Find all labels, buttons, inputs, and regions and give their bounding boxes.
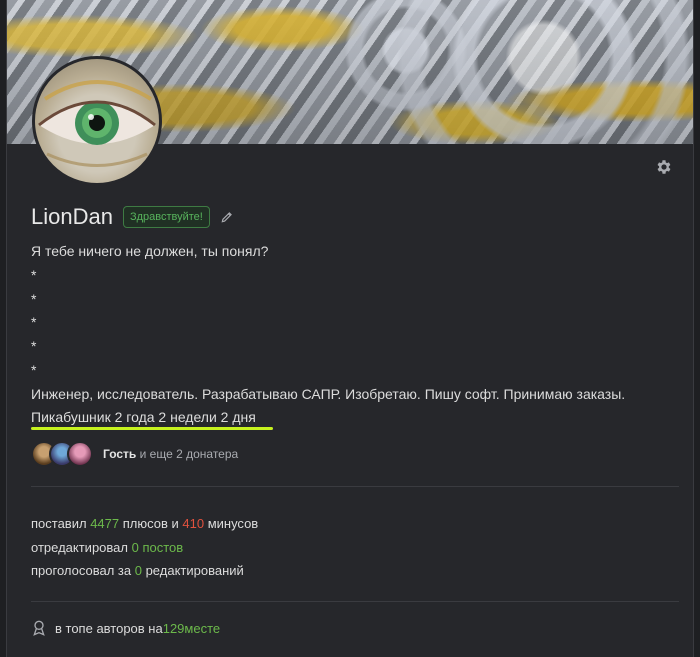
bio-line: * — [31, 361, 37, 378]
donors-row[interactable]: Гость и еще 2 донатера — [31, 440, 238, 468]
donors-text: Гость и еще 2 донатера — [103, 447, 238, 461]
bio-line: * — [31, 314, 37, 331]
greeting-badge: Здравствуйте! — [122, 206, 210, 228]
tenure-text: Пикабушник 2 года 2 недели 2 дня — [31, 409, 256, 425]
bio-line: Я тебе ничего не должен, ты понял? — [31, 243, 269, 259]
voted-edits-count: 0 — [134, 563, 142, 578]
gear-icon[interactable] — [655, 158, 673, 176]
stat-edited: отредактировал 0 постов — [31, 536, 258, 560]
donors-rest: и еще 2 донатера — [136, 447, 239, 461]
edited-count: 0 — [131, 539, 139, 555]
stat-label: поставил — [31, 516, 91, 531]
pluses-count: 4477 — [90, 516, 120, 531]
divider — [31, 486, 679, 487]
stat-label: отредактировал — [31, 539, 132, 555]
rating-label: в топе авторов на — [55, 620, 163, 636]
minuses-count: 410 — [182, 516, 205, 531]
username-row: LionDan Здравствуйте! — [31, 203, 234, 231]
profile-bio: Я тебе ничего не должен, ты понял? * * *… — [31, 240, 625, 407]
highlight-underline — [31, 427, 273, 430]
stat-label: редактирований — [141, 563, 244, 578]
award-icon — [31, 619, 47, 637]
stat-votes: поставил 4477 плюсов и 410 минусов — [31, 512, 258, 536]
profile-stats: поставил 4477 плюсов и 410 минусов отред… — [31, 512, 258, 583]
stat-label: постов — [138, 539, 184, 555]
avatar-eye-image — [38, 80, 156, 167]
donor-name[interactable]: Гость — [103, 447, 136, 461]
bio-line: * — [31, 266, 37, 283]
bio-line: Инженер, исследователь. Разрабатываю САП… — [31, 385, 626, 402]
stat-voted-edits: проголосовал за 0 редактирований — [31, 559, 258, 583]
divider — [31, 601, 679, 602]
pencil-icon[interactable] — [220, 210, 234, 224]
username[interactable]: LionDan — [31, 204, 113, 230]
stat-label: проголосовал за — [31, 563, 135, 578]
stat-label: минусов — [204, 516, 259, 531]
author-rating-row: в топе авторов на 129 месте — [31, 618, 220, 638]
donor-avatar[interactable] — [67, 441, 93, 467]
rating-position[interactable]: 129 — [163, 621, 185, 636]
rating-suffix: месте — [184, 620, 221, 636]
bio-line: * — [31, 338, 37, 355]
stat-label: плюсов и — [119, 516, 183, 531]
profile-card: LionDan Здравствуйте! Я тебе ничего не д… — [6, 0, 694, 657]
bio-line: * — [31, 290, 37, 307]
avatar[interactable] — [32, 56, 162, 186]
